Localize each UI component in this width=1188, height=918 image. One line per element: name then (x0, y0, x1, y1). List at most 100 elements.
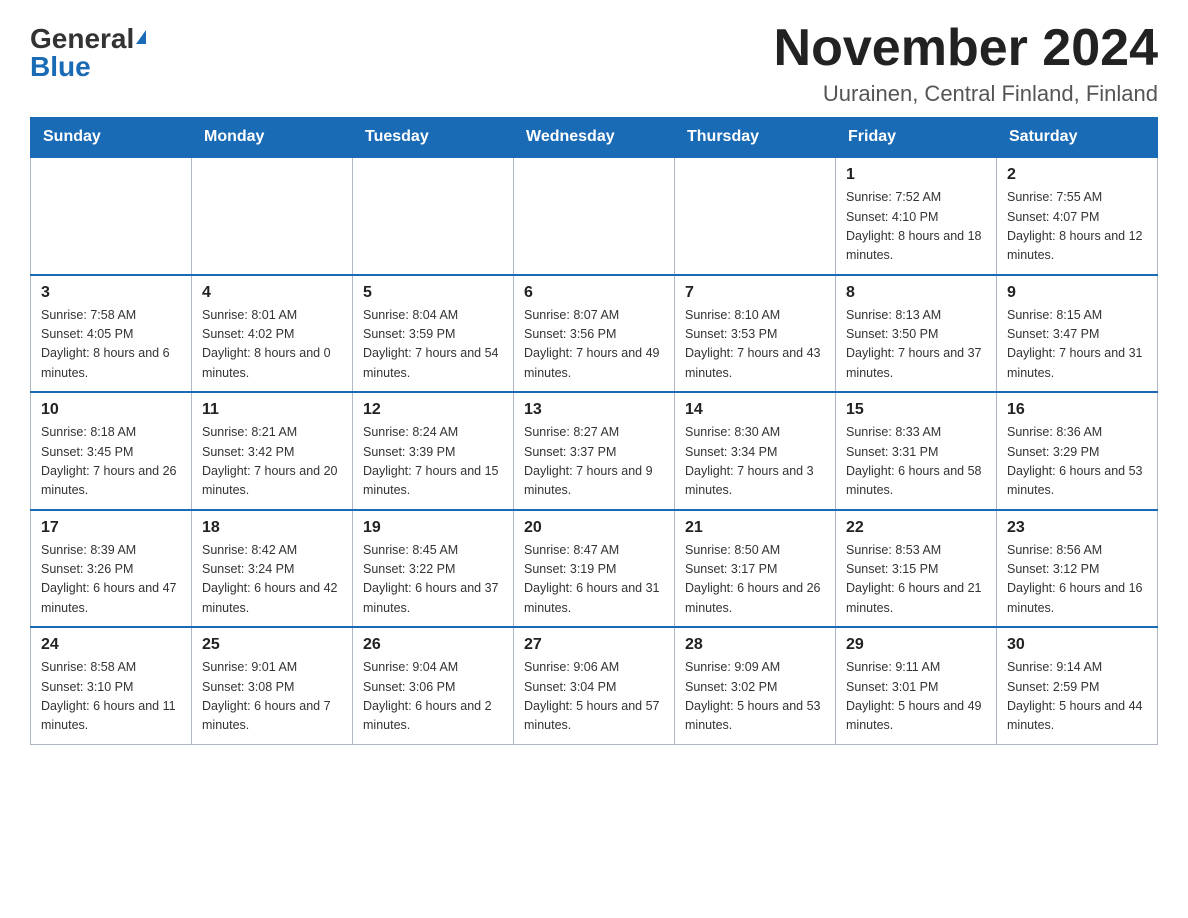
calendar-cell: 25 Sunrise: 9:01 AM Sunset: 3:08 PM Dayli… (192, 627, 353, 744)
calendar-cell: 12 Sunrise: 8:24 AM Sunset: 3:39 PM Dayli… (353, 392, 514, 510)
weekday-header-row: SundayMondayTuesdayWednesdayThursdayFrid… (31, 118, 1158, 158)
day-number: 30 (1007, 636, 1147, 654)
day-info: Sunrise: 8:53 AM Sunset: 3:15 PM Dayligh… (846, 541, 986, 619)
calendar-cell: 19 Sunrise: 8:45 AM Sunset: 3:22 PM Dayli… (353, 510, 514, 628)
day-number: 25 (202, 636, 342, 654)
page-header: General Blue November 2024 Uurainen, Cen… (30, 20, 1158, 107)
day-info: Sunrise: 7:55 AM Sunset: 4:07 PM Dayligh… (1007, 188, 1147, 266)
day-number: 17 (41, 519, 181, 537)
day-info: Sunrise: 8:18 AM Sunset: 3:45 PM Dayligh… (41, 423, 181, 501)
calendar-cell: 17 Sunrise: 8:39 AM Sunset: 3:26 PM Dayli… (31, 510, 192, 628)
calendar-cell: 16 Sunrise: 8:36 AM Sunset: 3:29 PM Dayli… (997, 392, 1158, 510)
logo-blue: Blue (30, 53, 91, 81)
calendar-cell: 26 Sunrise: 9:04 AM Sunset: 3:06 PM Dayli… (353, 627, 514, 744)
calendar-cell (353, 157, 514, 275)
day-info: Sunrise: 8:50 AM Sunset: 3:17 PM Dayligh… (685, 541, 825, 619)
day-number: 22 (846, 519, 986, 537)
day-info: Sunrise: 9:14 AM Sunset: 2:59 PM Dayligh… (1007, 658, 1147, 736)
day-number: 7 (685, 284, 825, 302)
day-number: 18 (202, 519, 342, 537)
calendar-cell: 11 Sunrise: 8:21 AM Sunset: 3:42 PM Dayli… (192, 392, 353, 510)
day-info: Sunrise: 9:01 AM Sunset: 3:08 PM Dayligh… (202, 658, 342, 736)
calendar-table: SundayMondayTuesdayWednesdayThursdayFrid… (30, 117, 1158, 745)
day-info: Sunrise: 9:06 AM Sunset: 3:04 PM Dayligh… (524, 658, 664, 736)
calendar-cell: 30 Sunrise: 9:14 AM Sunset: 2:59 PM Dayli… (997, 627, 1158, 744)
weekday-header-sunday: Sunday (31, 118, 192, 158)
day-number: 11 (202, 401, 342, 419)
calendar-week-row: 10 Sunrise: 8:18 AM Sunset: 3:45 PM Dayli… (31, 392, 1158, 510)
day-info: Sunrise: 8:01 AM Sunset: 4:02 PM Dayligh… (202, 306, 342, 384)
day-info: Sunrise: 9:09 AM Sunset: 3:02 PM Dayligh… (685, 658, 825, 736)
day-number: 23 (1007, 519, 1147, 537)
day-info: Sunrise: 8:36 AM Sunset: 3:29 PM Dayligh… (1007, 423, 1147, 501)
calendar-cell: 18Sunrise: 8:42 AM Sunset: 3:24 PM Dayli… (192, 510, 353, 628)
weekday-header-tuesday: Tuesday (353, 118, 514, 158)
day-number: 28 (685, 636, 825, 654)
calendar-week-row: 1Sunrise: 7:52 AM Sunset: 4:10 PM Daylig… (31, 157, 1158, 275)
day-number: 29 (846, 636, 986, 654)
day-info: Sunrise: 8:56 AM Sunset: 3:12 PM Dayligh… (1007, 541, 1147, 619)
location-title: Uurainen, Central Finland, Finland (774, 81, 1158, 107)
day-number: 10 (41, 401, 181, 419)
day-number: 8 (846, 284, 986, 302)
day-number: 12 (363, 401, 503, 419)
calendar-cell: 15 Sunrise: 8:33 AM Sunset: 3:31 PM Dayli… (836, 392, 997, 510)
day-info: Sunrise: 8:04 AM Sunset: 3:59 PM Dayligh… (363, 306, 503, 384)
calendar-cell (192, 157, 353, 275)
calendar-cell (31, 157, 192, 275)
calendar-cell: 10 Sunrise: 8:18 AM Sunset: 3:45 PM Dayli… (31, 392, 192, 510)
day-info: Sunrise: 7:58 AM Sunset: 4:05 PM Dayligh… (41, 306, 181, 384)
day-info: Sunrise: 8:45 AM Sunset: 3:22 PM Dayligh… (363, 541, 503, 619)
weekday-header-monday: Monday (192, 118, 353, 158)
day-number: 16 (1007, 401, 1147, 419)
weekday-header-thursday: Thursday (675, 118, 836, 158)
month-title: November 2024 (774, 20, 1158, 77)
day-number: 13 (524, 401, 664, 419)
day-info: Sunrise: 9:04 AM Sunset: 3:06 PM Dayligh… (363, 658, 503, 736)
day-number: 5 (363, 284, 503, 302)
day-info: Sunrise: 8:33 AM Sunset: 3:31 PM Dayligh… (846, 423, 986, 501)
calendar-week-row: 3 Sunrise: 7:58 AM Sunset: 4:05 PM Daylig… (31, 275, 1158, 393)
calendar-cell: 21 Sunrise: 8:50 AM Sunset: 3:17 PM Dayli… (675, 510, 836, 628)
day-number: 26 (363, 636, 503, 654)
day-info: Sunrise: 8:39 AM Sunset: 3:26 PM Dayligh… (41, 541, 181, 619)
day-info: Sunrise: 8:15 AM Sunset: 3:47 PM Dayligh… (1007, 306, 1147, 384)
day-info: Sunrise: 8:21 AM Sunset: 3:42 PM Dayligh… (202, 423, 342, 501)
logo: General Blue (30, 20, 146, 81)
calendar-cell: 5 Sunrise: 8:04 AM Sunset: 3:59 PM Daylig… (353, 275, 514, 393)
calendar-cell: 20 Sunrise: 8:47 AM Sunset: 3:19 PM Dayli… (514, 510, 675, 628)
calendar-cell: 7Sunrise: 8:10 AM Sunset: 3:53 PM Daylig… (675, 275, 836, 393)
weekday-header-friday: Friday (836, 118, 997, 158)
weekday-header-saturday: Saturday (997, 118, 1158, 158)
calendar-cell: 9Sunrise: 8:15 AM Sunset: 3:47 PM Daylig… (997, 275, 1158, 393)
calendar-cell: 24Sunrise: 8:58 AM Sunset: 3:10 PM Dayli… (31, 627, 192, 744)
day-info: Sunrise: 8:07 AM Sunset: 3:56 PM Dayligh… (524, 306, 664, 384)
calendar-cell: 3 Sunrise: 7:58 AM Sunset: 4:05 PM Daylig… (31, 275, 192, 393)
day-number: 14 (685, 401, 825, 419)
day-info: Sunrise: 8:47 AM Sunset: 3:19 PM Dayligh… (524, 541, 664, 619)
day-info: Sunrise: 7:52 AM Sunset: 4:10 PM Dayligh… (846, 188, 986, 266)
weekday-header-wednesday: Wednesday (514, 118, 675, 158)
logo-general: General (30, 25, 134, 53)
day-number: 20 (524, 519, 664, 537)
calendar-cell: 22 Sunrise: 8:53 AM Sunset: 3:15 PM Dayli… (836, 510, 997, 628)
day-number: 21 (685, 519, 825, 537)
calendar-cell (514, 157, 675, 275)
day-info: Sunrise: 8:13 AM Sunset: 3:50 PM Dayligh… (846, 306, 986, 384)
calendar-cell (675, 157, 836, 275)
calendar-cell: 27 Sunrise: 9:06 AM Sunset: 3:04 PM Dayli… (514, 627, 675, 744)
day-number: 2 (1007, 166, 1147, 184)
calendar-cell: 6 Sunrise: 8:07 AM Sunset: 3:56 PM Daylig… (514, 275, 675, 393)
day-number: 27 (524, 636, 664, 654)
calendar-cell: 13Sunrise: 8:27 AM Sunset: 3:37 PM Dayli… (514, 392, 675, 510)
calendar-cell: 1Sunrise: 7:52 AM Sunset: 4:10 PM Daylig… (836, 157, 997, 275)
day-number: 19 (363, 519, 503, 537)
day-info: Sunrise: 8:24 AM Sunset: 3:39 PM Dayligh… (363, 423, 503, 501)
day-info: Sunrise: 9:11 AM Sunset: 3:01 PM Dayligh… (846, 658, 986, 736)
day-number: 15 (846, 401, 986, 419)
day-number: 3 (41, 284, 181, 302)
day-number: 6 (524, 284, 664, 302)
calendar-cell: 2 Sunrise: 7:55 AM Sunset: 4:07 PM Daylig… (997, 157, 1158, 275)
calendar-cell: 28 Sunrise: 9:09 AM Sunset: 3:02 PM Dayli… (675, 627, 836, 744)
day-info: Sunrise: 8:58 AM Sunset: 3:10 PM Dayligh… (41, 658, 181, 736)
